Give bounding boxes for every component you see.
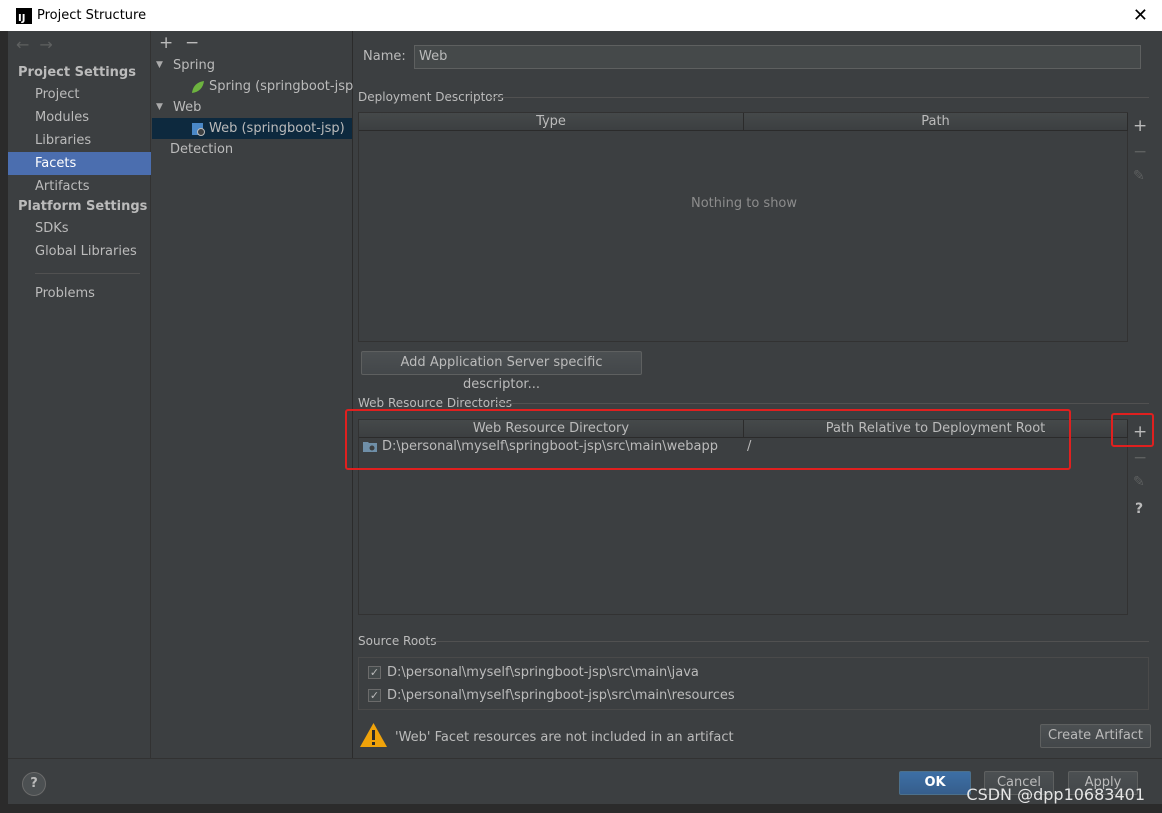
sidebar-item-global-libraries[interactable]: Global Libraries xyxy=(8,240,151,263)
tree-node-label: Spring (springboot-jsp) xyxy=(209,79,359,94)
watermark: CSDN @dpp10683401 xyxy=(966,785,1145,804)
facet-tree-panel: + − ▼ Spring Spring (springboot-jsp) ▼ W… xyxy=(152,31,358,758)
folder-icon xyxy=(363,442,377,452)
tree-node-detection[interactable]: Detection xyxy=(152,139,352,160)
name-label: Name: xyxy=(363,49,406,64)
source-root-checkbox[interactable]: ✓ xyxy=(368,689,381,702)
warning-icon xyxy=(360,723,387,747)
column-type[interactable]: Type xyxy=(359,113,744,131)
edit-web-resource-icon[interactable]: ✎ xyxy=(1133,474,1145,490)
platform-settings-header: Platform Settings xyxy=(18,199,148,214)
window-title: Project Structure xyxy=(37,8,147,23)
remove-web-resource-icon[interactable]: − xyxy=(1133,448,1147,468)
settings-sidebar: ←→ Project Settings Project Modules Libr… xyxy=(8,31,151,758)
edit-descriptor-icon[interactable]: ✎ xyxy=(1133,168,1145,184)
empty-table-text: Nothing to show xyxy=(690,196,798,211)
title-bar: IJ Project Structure ✕ xyxy=(0,0,1162,31)
expand-triangle-icon[interactable]: ▼ xyxy=(156,97,163,118)
forward-arrow-icon[interactable]: → xyxy=(39,35,62,54)
tree-node-spring[interactable]: ▼ Spring xyxy=(152,55,352,76)
warning-text: 'Web' Facet resources are not included i… xyxy=(395,730,734,745)
sidebar-item-libraries[interactable]: Libraries xyxy=(8,129,151,152)
close-icon[interactable]: ✕ xyxy=(1133,5,1148,26)
web-resource-directories-table[interactable]: Web Resource Directory Path Relative to … xyxy=(358,419,1128,615)
deployment-descriptors-label: Deployment Descriptors xyxy=(358,90,504,104)
editor-edge xyxy=(0,31,8,813)
table-row[interactable]: D:\personal\myself\springboot-jsp\src\ma… xyxy=(359,439,1127,455)
table-cell-directory: D:\personal\myself\springboot-jsp\src\ma… xyxy=(382,439,718,454)
expand-triangle-icon[interactable]: ▼ xyxy=(156,55,163,76)
sidebar-item-project[interactable]: Project xyxy=(8,83,151,106)
group-divider xyxy=(491,97,1149,98)
sidebar-divider xyxy=(35,273,140,274)
create-artifact-button[interactable]: Create Artifact xyxy=(1040,724,1151,748)
remove-descriptor-icon[interactable]: − xyxy=(1133,142,1147,162)
tree-node-label: Web (springboot-jsp) xyxy=(209,121,345,136)
sidebar-item-problems[interactable]: Problems xyxy=(8,282,151,305)
web-facet-icon xyxy=(192,123,205,136)
add-descriptor-icon[interactable]: + xyxy=(1133,116,1147,136)
editor-status-strip xyxy=(0,804,1162,813)
column-web-resource-directory[interactable]: Web Resource Directory xyxy=(359,420,744,438)
facet-settings-panel: Name: Web Deployment Descriptors Type Pa… xyxy=(354,31,1154,758)
source-roots-list: ✓ D:\personal\myself\springboot-jsp\src\… xyxy=(358,657,1149,710)
tree-node-label: Detection xyxy=(170,142,234,157)
ok-button[interactable]: OK xyxy=(899,771,971,795)
back-arrow-icon[interactable]: ← xyxy=(16,35,39,54)
project-structure-dialog: IJ Project Structure ✕ ←→ Project Settin… xyxy=(0,0,1162,813)
tree-node-spring-facet[interactable]: Spring (springboot-jsp) xyxy=(152,76,358,97)
column-path[interactable]: Path xyxy=(744,113,1128,131)
add-web-resource-icon[interactable]: + xyxy=(1133,422,1147,442)
web-resource-directories-label: Web Resource Directories xyxy=(358,396,512,410)
add-server-descriptor-button[interactable]: Add Application Server specific descript… xyxy=(361,351,642,392)
sidebar-item-artifacts[interactable]: Artifacts xyxy=(8,175,151,198)
sidebar-item-facets[interactable]: Facets xyxy=(8,152,151,175)
nav-arrows: ←→ xyxy=(16,35,63,54)
project-settings-header: Project Settings xyxy=(18,65,136,80)
source-root-path: D:\personal\myself\springboot-jsp\src\ma… xyxy=(387,665,699,680)
add-facet-icon[interactable]: + xyxy=(159,33,173,53)
intellij-app-icon: IJ xyxy=(16,7,32,24)
group-divider xyxy=(432,641,1149,642)
tree-node-label: Web xyxy=(173,100,202,115)
table-cell-relative-path: / xyxy=(747,439,752,454)
source-root-path: D:\personal\myself\springboot-jsp\src\ma… xyxy=(387,688,735,703)
deployment-descriptors-table[interactable]: Type Path Nothing to show xyxy=(358,112,1128,342)
remove-facet-icon[interactable]: − xyxy=(185,33,199,53)
help-button[interactable]: ? xyxy=(22,772,46,796)
tree-node-web-facet[interactable]: Web (springboot-jsp) xyxy=(152,118,352,139)
name-field[interactable]: Web xyxy=(414,45,1141,69)
source-root-checkbox[interactable]: ✓ xyxy=(368,666,381,679)
tree-node-label: Spring xyxy=(173,58,215,73)
column-path-relative[interactable]: Path Relative to Deployment Root xyxy=(744,420,1128,438)
sidebar-item-modules[interactable]: Modules xyxy=(8,106,151,129)
sidebar-item-sdks[interactable]: SDKs xyxy=(8,217,151,240)
spring-leaf-icon xyxy=(192,81,204,93)
group-divider xyxy=(496,403,1149,404)
tree-node-web[interactable]: ▼ Web xyxy=(152,97,352,118)
help-icon[interactable]: ? xyxy=(1135,501,1143,517)
source-roots-label: Source Roots xyxy=(358,634,437,648)
